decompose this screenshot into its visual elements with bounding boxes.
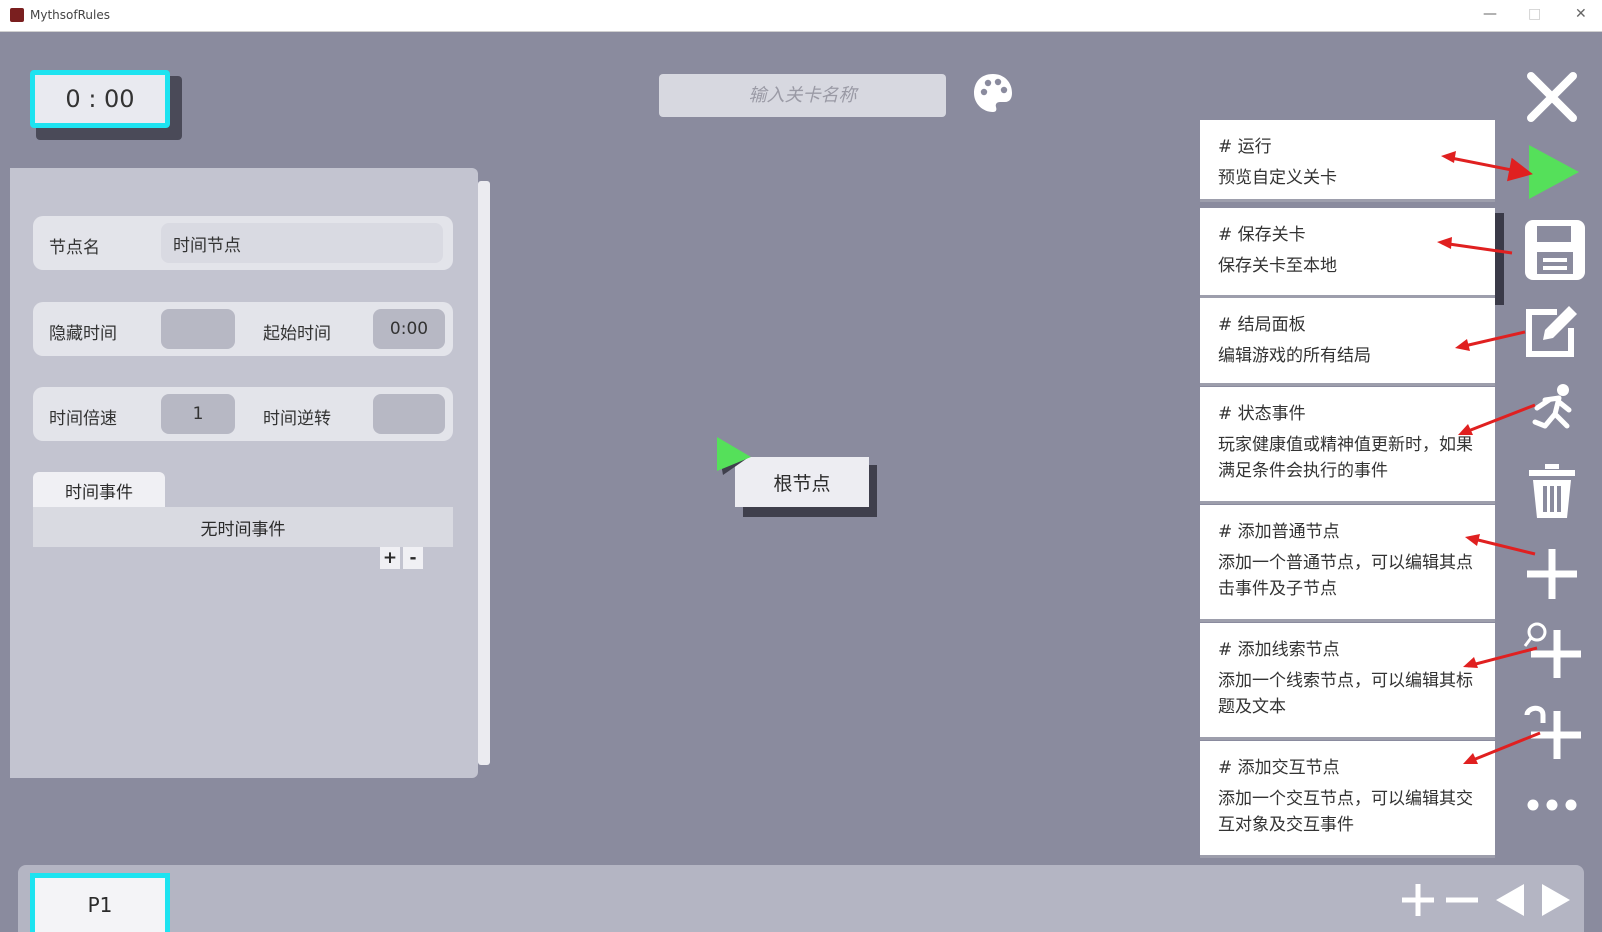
arrow-run <box>1445 155 1533 182</box>
annotation-arrows <box>1437 151 1541 764</box>
arrow-normal <box>1469 536 1536 556</box>
next-page-icon[interactable] <box>1536 880 1576 920</box>
arrow-clue <box>1467 646 1538 668</box>
arrow-interact <box>1467 731 1541 764</box>
add-page-icon[interactable] <box>1398 880 1438 920</box>
arrow-save <box>1441 241 1513 255</box>
previous-page-icon[interactable] <box>1490 880 1530 920</box>
arrow-status <box>1462 403 1536 435</box>
page-bar <box>18 865 1584 932</box>
page-tab-current[interactable]: P1 <box>30 873 170 932</box>
remove-page-icon[interactable] <box>1442 880 1482 920</box>
arrow-ending <box>1459 330 1526 349</box>
